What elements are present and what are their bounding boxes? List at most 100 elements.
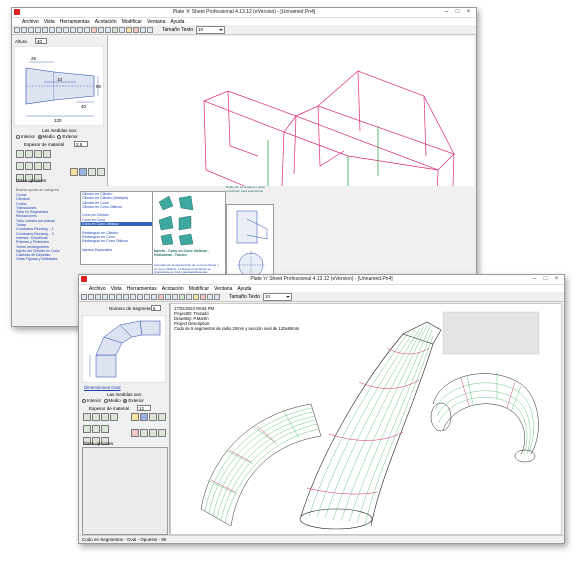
pan-icon[interactable]: [151, 294, 157, 300]
radio-interior[interactable]: [82, 398, 86, 403]
menu-vista[interactable]: Vista: [111, 286, 122, 292]
edit-icon[interactable]: [70, 168, 78, 176]
shape-icon[interactable]: [25, 162, 33, 170]
open-icon[interactable]: [88, 294, 94, 300]
layers-icon[interactable]: [207, 294, 213, 300]
settings-icon[interactable]: [126, 27, 132, 33]
shape-icon[interactable]: [92, 413, 100, 421]
zoom-window-icon[interactable]: [144, 294, 150, 300]
view-3d-icon[interactable]: [165, 294, 171, 300]
category-item[interactable]: Otras Figuras y Utilidades: [15, 257, 88, 261]
shade-icon[interactable]: [179, 294, 185, 300]
view-3d-icon[interactable]: [98, 27, 104, 33]
new-icon[interactable]: [81, 294, 87, 300]
radio-interior[interactable]: [16, 134, 20, 139]
save-icon[interactable]: [95, 294, 101, 300]
shape-icon[interactable]: [110, 413, 118, 421]
menu-modificar[interactable]: Modificar: [189, 286, 209, 292]
zoom-all-icon[interactable]: [56, 27, 62, 33]
save-icon[interactable]: [28, 27, 34, 33]
table-icon[interactable]: [140, 429, 148, 437]
rotate-icon[interactable]: [158, 294, 164, 300]
zoom-out-icon[interactable]: [137, 294, 143, 300]
close-icon[interactable]: ×: [551, 275, 562, 284]
new-icon[interactable]: [14, 27, 20, 33]
text-size-select[interactable]: 10: [196, 26, 226, 34]
view-icon[interactable]: [88, 168, 96, 176]
espesor-input[interactable]: 12: [137, 405, 151, 411]
shape-icon[interactable]: [34, 150, 42, 158]
view-icon[interactable]: [149, 413, 157, 421]
info-icon[interactable]: [97, 168, 105, 176]
shape-icon[interactable]: [101, 425, 109, 433]
shade-icon[interactable]: [140, 413, 148, 421]
rotate-icon[interactable]: [91, 27, 97, 33]
maximize-icon[interactable]: □: [452, 8, 463, 17]
radio-exterior[interactable]: [57, 134, 62, 139]
shape-icon[interactable]: [43, 150, 51, 158]
info-icon[interactable]: [158, 413, 166, 421]
edit-icon[interactable]: [131, 413, 139, 421]
menu-archivo[interactable]: Archivo: [89, 286, 106, 292]
measure-icon[interactable]: [119, 27, 125, 33]
print-icon[interactable]: [131, 429, 139, 437]
print-icon[interactable]: [35, 27, 41, 33]
text-size-select[interactable]: 10: [263, 293, 293, 301]
shape-icon[interactable]: [92, 425, 100, 433]
layers-icon[interactable]: [140, 27, 146, 33]
dimensions-oval-link[interactable]: Dimensiones Oval: [84, 385, 121, 390]
close-icon[interactable]: [158, 429, 166, 437]
view-2d-icon[interactable]: [105, 27, 111, 33]
drawing-canvas[interactable]: 17/02/2023 08:54 PM ProjectID: Trazado D…: [170, 303, 562, 535]
drawing-canvas[interactable]: [108, 36, 474, 242]
menu-ventana[interactable]: Ventana: [214, 286, 232, 292]
menu-acotacion[interactable]: Acotación: [95, 19, 117, 25]
print-icon[interactable]: [102, 294, 108, 300]
minimize-icon[interactable]: –: [441, 8, 452, 17]
zoom-window-icon[interactable]: [77, 27, 83, 33]
radio-medio[interactable]: [37, 134, 42, 139]
close-icon[interactable]: ×: [463, 8, 474, 17]
menu-vista[interactable]: Vista: [44, 19, 55, 25]
segments-input[interactable]: 5: [151, 305, 161, 311]
redo-icon[interactable]: [49, 27, 55, 33]
help-icon[interactable]: [214, 294, 220, 300]
shape-icon[interactable]: [34, 162, 42, 170]
menu-ayuda[interactable]: Ayuda: [237, 286, 251, 292]
shape-icon[interactable]: [83, 413, 91, 421]
radio-medio[interactable]: [103, 398, 108, 403]
shape-icon[interactable]: [16, 162, 24, 170]
shape-icon[interactable]: [16, 150, 24, 158]
menu-herramientas[interactable]: Herramientas: [127, 286, 157, 292]
view-2d-icon[interactable]: [172, 294, 178, 300]
shape-icon[interactable]: [43, 162, 51, 170]
undo-icon[interactable]: [42, 27, 48, 33]
menu-ventana[interactable]: Ventana: [147, 19, 165, 25]
menu-herramientas[interactable]: Herramientas: [60, 19, 90, 25]
open-icon[interactable]: [21, 27, 27, 33]
shade-icon[interactable]: [79, 168, 87, 176]
espesor-input[interactable]: 2.5: [74, 141, 88, 147]
zoom-in-icon[interactable]: [63, 27, 69, 33]
shape-icon[interactable]: [83, 425, 91, 433]
export-icon[interactable]: [133, 27, 139, 33]
shape-icon[interactable]: [25, 150, 33, 158]
undo-icon[interactable]: [109, 294, 115, 300]
minimize-icon[interactable]: –: [529, 275, 540, 284]
shade-icon[interactable]: [112, 27, 118, 33]
library-search[interactable]: Buscar ayuda de categoría: [16, 188, 59, 192]
list-item[interactable]: Injertos Especiales: [81, 248, 153, 252]
zoom-out-icon[interactable]: [70, 27, 76, 33]
zoom-all-icon[interactable]: [123, 294, 129, 300]
menu-modificar[interactable]: Modificar: [122, 19, 142, 25]
shape-icon[interactable]: [101, 413, 109, 421]
help-icon[interactable]: [147, 27, 153, 33]
settings-icon[interactable]: [193, 294, 199, 300]
radio-exterior[interactable]: [123, 398, 128, 403]
pan-icon[interactable]: [84, 27, 90, 33]
altura-input[interactable]: 40: [35, 38, 47, 44]
measure-icon[interactable]: [186, 294, 192, 300]
menu-ayuda[interactable]: Ayuda: [170, 19, 184, 25]
maximize-icon[interactable]: □: [540, 275, 551, 284]
menu-archivo[interactable]: Archivo: [22, 19, 39, 25]
